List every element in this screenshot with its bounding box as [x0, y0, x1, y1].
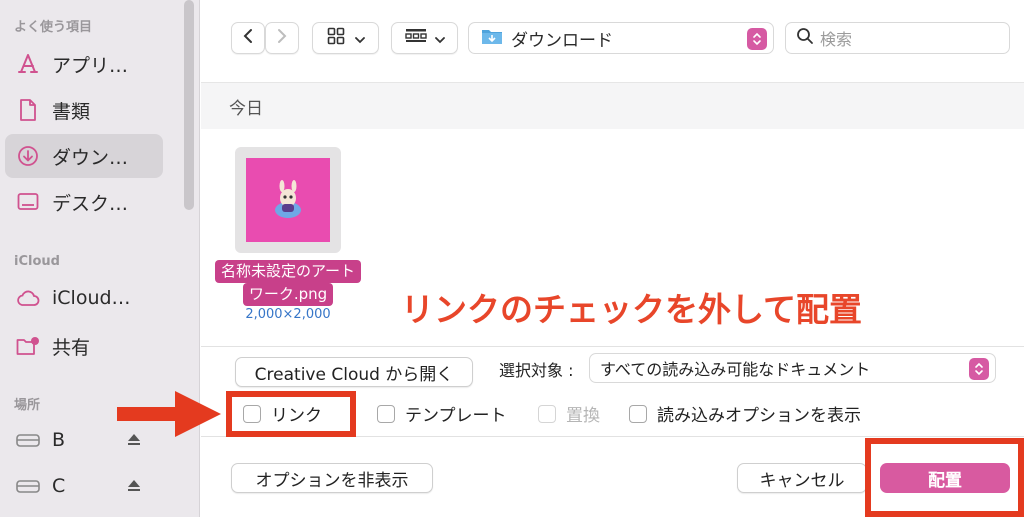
- chevron-down-icon: [354, 29, 365, 48]
- sidebar-section-icloud: iCloud: [14, 254, 60, 269]
- file-dimensions: 2,000×2,000: [245, 307, 331, 322]
- forward-button[interactable]: [265, 22, 299, 54]
- cloud-icon: [16, 286, 40, 310]
- updown-stepper-icon: [969, 358, 989, 380]
- chevron-left-icon: [242, 28, 254, 48]
- sidebar-item-label: 書類: [52, 100, 91, 123]
- shared-folder-icon: [16, 334, 40, 358]
- checkbox-box[interactable]: [377, 404, 395, 423]
- search-icon: [796, 27, 814, 49]
- document-icon: [16, 98, 40, 122]
- group-header: 今日: [201, 83, 1024, 129]
- downloads-icon: [16, 144, 40, 168]
- checkbox-label: 読み込みオプションを表示: [657, 406, 861, 426]
- applications-icon: [16, 52, 40, 76]
- file-name-line2: ワーク.png: [242, 283, 334, 306]
- sidebar-item-documents[interactable]: 書類: [5, 88, 163, 132]
- drive-icon: [16, 474, 40, 498]
- sidebar-item-applications[interactable]: アプリ…: [5, 42, 163, 86]
- search-placeholder: 検索: [820, 30, 853, 49]
- highlight-link-box: [226, 391, 356, 437]
- checkbox-label: 置換: [566, 406, 600, 426]
- character-illustration: [275, 180, 301, 218]
- replace-checkbox: 置換: [538, 401, 600, 426]
- sidebar-item-label: C: [52, 475, 66, 497]
- desktop-icon: [16, 190, 40, 214]
- sidebar-item-label: 共有: [52, 336, 91, 359]
- file-thumbnail[interactable]: [235, 147, 341, 253]
- toolbar: ダウンロード 検索: [201, 0, 1024, 82]
- updown-stepper-icon: [747, 28, 767, 50]
- group-by-button[interactable]: [391, 22, 458, 54]
- location-label: ダウンロード: [511, 30, 613, 51]
- eject-icon[interactable]: [127, 477, 141, 496]
- search-field[interactable]: 検索: [785, 22, 1010, 54]
- red-arrow-icon: [117, 391, 221, 441]
- sidebar-scrollbar[interactable]: [184, 0, 194, 210]
- template-checkbox[interactable]: テンプレート: [377, 401, 507, 426]
- file-name: 名称未設定のアート ワーク.png: [209, 260, 367, 306]
- sidebar-item-label: デスク…: [52, 192, 129, 215]
- highlight-place-box: [865, 438, 1024, 517]
- checkbox-box: [538, 404, 556, 423]
- file-name-line1: 名称未設定のアート: [214, 260, 362, 283]
- folder-icon: [481, 27, 503, 49]
- sidebar-item-shared[interactable]: 共有: [5, 324, 163, 368]
- grid-icon: [327, 27, 345, 49]
- open-creative-cloud-button[interactable]: Creative Cloud から開く: [235, 357, 473, 387]
- select-target-label: 選択対象 :: [499, 361, 574, 380]
- cancel-button[interactable]: キャンセル: [737, 463, 867, 493]
- back-button[interactable]: [231, 22, 265, 54]
- show-import-options-checkbox[interactable]: 読み込みオプションを表示: [629, 401, 861, 426]
- annotation-text: リンクのチェックを外して配置: [401, 290, 863, 329]
- view-mode-button[interactable]: [312, 22, 379, 54]
- sidebar-section-locations: 場所: [14, 398, 41, 413]
- chevron-down-icon: [434, 29, 445, 48]
- file-type-dropdown[interactable]: すべての読み込み可能なドキュメント: [589, 353, 996, 383]
- sidebar-item-label: ダウン…: [52, 146, 129, 169]
- sidebar-item-icloud-drive[interactable]: iCloud…: [5, 276, 163, 320]
- sidebar-item-drive-c[interactable]: C: [5, 464, 163, 508]
- hide-options-button[interactable]: オプションを非表示: [231, 463, 433, 493]
- group-grid-icon: [404, 28, 427, 48]
- sidebar-item-desktop[interactable]: デスク…: [5, 180, 163, 224]
- checkbox-box[interactable]: [629, 404, 647, 423]
- file-browser: 今日 名称未設定のアート ワーク.png 2,000×2,000 リンクのチェッ…: [201, 82, 1024, 346]
- artwork-thumbnail: [246, 158, 330, 242]
- checkbox-label: テンプレート: [405, 406, 507, 426]
- sidebar-item-label: B: [52, 429, 66, 451]
- sidebar-item-label: iCloud…: [52, 287, 131, 309]
- file-type-value: すべての読み込み可能なドキュメント: [600, 360, 871, 379]
- location-dropdown[interactable]: ダウンロード: [468, 22, 774, 54]
- chevron-right-icon: [276, 28, 288, 48]
- sidebar-item-label: アプリ…: [52, 54, 129, 77]
- sidebar-item-downloads[interactable]: ダウン…: [5, 134, 163, 178]
- drive-icon: [16, 428, 40, 452]
- sidebar-section-favorites: よく使う項目: [14, 20, 93, 35]
